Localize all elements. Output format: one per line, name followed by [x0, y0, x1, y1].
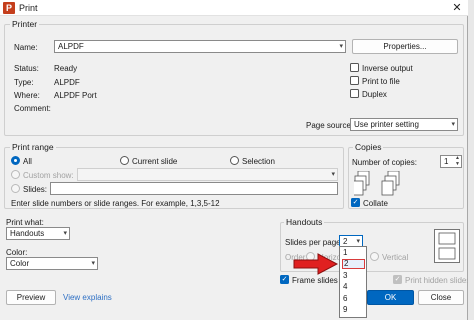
- print-to-file-label: Print to file: [362, 77, 400, 86]
- frame-slides-label: Frame slides: [292, 276, 338, 285]
- comment-label: Comment:: [14, 104, 51, 113]
- duplex-label: Duplex: [362, 90, 387, 99]
- status-value: Ready: [54, 64, 78, 73]
- print-what-select[interactable]: Handouts ▾: [6, 227, 70, 240]
- print-to-file-checkbox[interactable]: [350, 76, 359, 85]
- custom-show-select[interactable]: ▾: [77, 168, 338, 181]
- range-slides-radio[interactable]: [11, 184, 20, 193]
- slides-per-page-option-selected[interactable]: 2: [342, 259, 365, 269]
- print-hidden-slides-label: Print hidden slides: [405, 276, 471, 285]
- spin-down-icon[interactable]: ▼: [455, 162, 460, 167]
- printer-name-select[interactable]: ALPDF ▾: [54, 40, 346, 53]
- print-hidden-slides-checkbox[interactable]: ✓: [393, 275, 402, 284]
- where-value: ALPDF Port: [54, 91, 97, 100]
- printer-group-title: Printer: [10, 19, 40, 29]
- red-arrow-icon: [293, 253, 339, 275]
- chevron-down-icon: ▾: [451, 121, 455, 128]
- collate-checkbox[interactable]: ✓: [351, 198, 360, 207]
- print-range-group-title: Print range: [10, 142, 56, 152]
- where-label: Where:: [14, 91, 40, 100]
- view-explains-link[interactable]: View explains: [63, 293, 112, 302]
- printer-name-value: ALPDF: [58, 42, 84, 51]
- copies-group-title: Copies: [353, 142, 384, 152]
- slides-per-page-dropdown: 1 2 3 4 6 9: [339, 246, 367, 318]
- type-label: Type:: [14, 78, 34, 87]
- range-selection-label: Selection: [242, 157, 275, 166]
- number-of-copies-value: 1: [444, 157, 449, 166]
- range-selection-radio[interactable]: [230, 156, 239, 165]
- collate-pages-icon: [354, 171, 400, 196]
- powerpoint-app-icon: P: [3, 2, 15, 14]
- handout-preview-icon: [434, 229, 460, 263]
- chevron-down-icon: ▾: [63, 230, 67, 237]
- range-current-slide-radio[interactable]: [120, 156, 129, 165]
- range-all-radio[interactable]: [11, 156, 20, 165]
- color-select[interactable]: Color ▾: [6, 257, 98, 270]
- collate-set-2: [381, 171, 400, 196]
- page-source-label: Page source:: [306, 121, 354, 130]
- printer-name-label: Name:: [14, 43, 38, 52]
- slides-per-page-option[interactable]: 9: [342, 305, 365, 315]
- range-custom-show-label: Custom show:: [23, 171, 74, 180]
- range-custom-show-radio[interactable]: [11, 170, 20, 179]
- slides-per-page-option[interactable]: 1: [342, 248, 365, 258]
- color-value: Color: [10, 259, 30, 268]
- properties-button[interactable]: Properties...: [352, 39, 458, 54]
- frame-slides-checkbox[interactable]: ✓: [280, 275, 289, 284]
- inverse-output-checkbox[interactable]: [350, 63, 359, 72]
- page-source-value: Use printer setting: [354, 120, 419, 129]
- range-slides-label: Slides:: [23, 185, 48, 194]
- close-window-icon[interactable]: ✕: [448, 1, 466, 15]
- collate-set-1: [354, 171, 370, 196]
- chevron-down-icon: ▾: [339, 43, 343, 50]
- print-what-value: Handouts: [10, 229, 45, 238]
- order-vertical-label: Vertical: [382, 253, 409, 262]
- number-of-copies-label: Number of copies:: [352, 158, 417, 167]
- type-value: ALPDF: [54, 78, 80, 87]
- chevron-down-icon: ▾: [91, 260, 95, 267]
- page-source-select[interactable]: Use printer setting ▾: [350, 118, 458, 131]
- number-of-copies-input[interactable]: 1 ▲ ▼: [440, 155, 462, 168]
- handouts-group-title: Handouts: [284, 217, 325, 227]
- range-current-slide-label: Current slide: [132, 157, 178, 166]
- close-button[interactable]: Close: [418, 290, 464, 305]
- window-title: Print: [19, 3, 38, 13]
- slides-per-page-option[interactable]: 4: [342, 282, 365, 292]
- ok-button[interactable]: OK: [367, 290, 414, 305]
- slides-range-input[interactable]: [50, 182, 338, 195]
- preview-button[interactable]: Preview: [6, 290, 56, 305]
- inverse-output-label: Inverse output: [362, 64, 413, 73]
- collate-label: Collate: [363, 199, 388, 208]
- slides-per-page-option[interactable]: 6: [342, 294, 365, 304]
- slides-per-page-value: 2: [343, 237, 348, 246]
- chevron-down-icon: ▾: [331, 171, 335, 178]
- duplex-checkbox[interactable]: [350, 89, 359, 98]
- status-label: Status:: [14, 64, 39, 73]
- slides-range-hint: Enter slide numbers or slide ranges. For…: [11, 199, 220, 208]
- slides-per-page-label: Slides per page:: [285, 238, 343, 247]
- print-what-label: Print what:: [6, 218, 44, 227]
- background-window-strip: [468, 0, 474, 320]
- slides-per-page-option[interactable]: 3: [342, 271, 365, 281]
- title-bar: P Print ✕: [0, 0, 468, 16]
- print-dialog: P Print ✕ Printer Name: ALPDF ▾ Properti…: [0, 0, 471, 320]
- range-all-label: All: [23, 157, 32, 166]
- order-vertical-radio[interactable]: [370, 252, 379, 261]
- color-label: Color:: [6, 248, 28, 257]
